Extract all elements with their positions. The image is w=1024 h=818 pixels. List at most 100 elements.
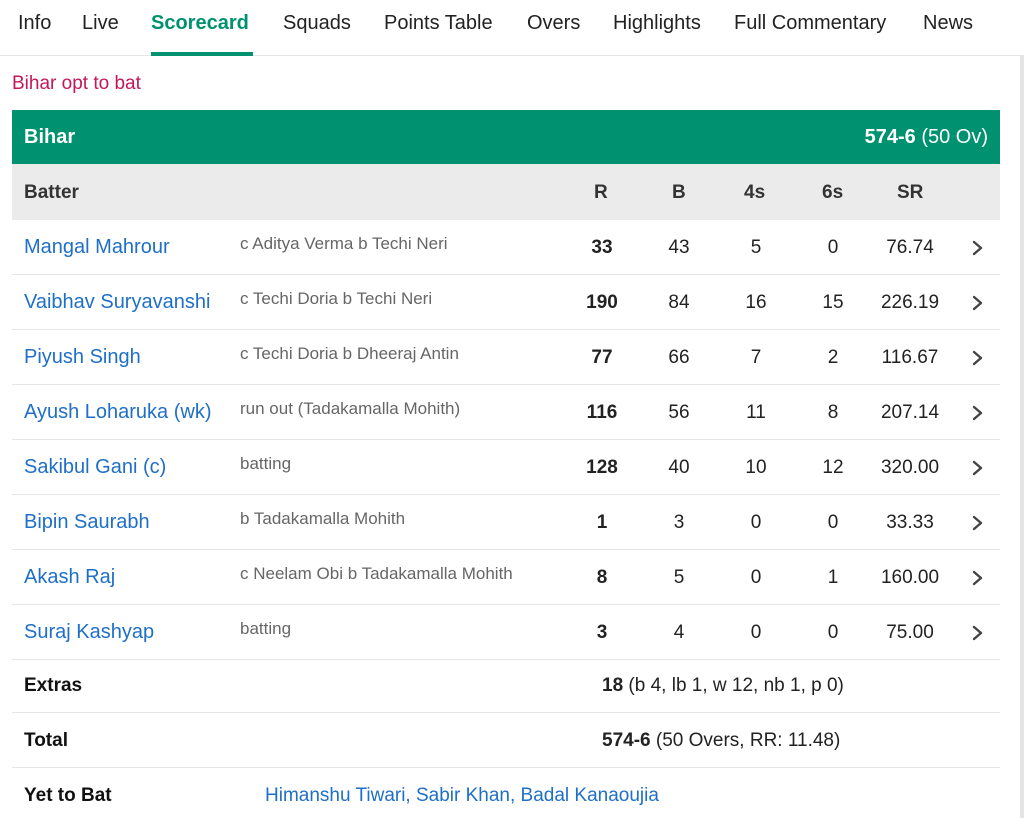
chevron-right-icon[interactable]	[967, 346, 989, 370]
yet-to-bat-players[interactable]: Himanshu Tiwari, Sabir Khan, Badal Kanao…	[265, 785, 659, 807]
batter-strike-rate: 75.00	[886, 622, 934, 643]
dismissal-text: b Tadakamalla Mohith	[240, 509, 406, 528]
batter-sixes: 0	[827, 622, 839, 643]
col-sixes: 6s	[822, 182, 844, 203]
chevron-right-icon[interactable]	[967, 456, 989, 480]
dismissal-text: c Aditya Verma b Techi Neri	[240, 234, 448, 253]
batter-row[interactable]: Vaibhav Suryavanshi c Techi Doria b Tech…	[12, 275, 1000, 330]
extras-total: 18	[602, 675, 624, 696]
tab-news[interactable]: News	[923, 12, 973, 35]
dismissal-text: c Neelam Obi b Tadakamalla Mohith	[240, 564, 513, 583]
batter-runs: 128	[586, 457, 618, 478]
batter-sixes: 2	[827, 347, 839, 368]
batter-strike-rate: 320.00	[880, 457, 940, 478]
toss-result: Bihar opt to bat	[12, 73, 141, 94]
batter-balls: 56	[668, 402, 690, 423]
batter-row[interactable]: Piyush Singh c Techi Doria b Dheeraj Ant…	[12, 330, 1000, 385]
batter-row[interactable]: Bipin Saurabh b Tadakamalla Mohith 1 3 0…	[12, 495, 1000, 550]
batter-strike-rate: 160.00	[880, 567, 940, 588]
batter-balls: 40	[668, 457, 690, 478]
batter-fours: 7	[750, 347, 762, 368]
batter-sixes: 0	[827, 237, 839, 258]
innings-header: Bihar 574-6 (50 Ov)	[12, 110, 1000, 164]
batter-name[interactable]: Bipin Saurabh	[24, 511, 150, 534]
total-score: 574-6	[602, 730, 651, 751]
batter-runs: 33	[591, 237, 613, 258]
batter-balls: 43	[668, 237, 690, 258]
total-detail: (50 Overs, RR: 11.48)	[655, 730, 841, 751]
tab-points-table[interactable]: Points Table	[384, 12, 493, 35]
dismissal-text: c Techi Doria b Dheeraj Antin	[240, 344, 459, 363]
team-score: 574-6 (50 Ov)	[865, 126, 988, 149]
active-tab-indicator	[151, 52, 253, 56]
batter-name[interactable]: Sakibul Gani (c)	[24, 456, 166, 479]
team-overs: (50 Ov)	[921, 126, 988, 148]
scorecard-tabs: Info Live Scorecard Squads Points Table …	[0, 0, 1024, 56]
batter-strike-rate: 76.74	[886, 237, 934, 258]
batter-name[interactable]: Vaibhav Suryavanshi	[24, 291, 210, 314]
batter-sixes: 15	[822, 292, 844, 313]
extras-detail: (b 4, lb 1, w 12, nb 1, p 0)	[628, 675, 844, 696]
tab-highlights[interactable]: Highlights	[613, 12, 701, 35]
dismissal-text: batting	[240, 454, 292, 473]
tab-overs[interactable]: Overs	[527, 12, 580, 35]
col-batter: Batter	[24, 182, 79, 203]
col-fours: 4s	[744, 182, 766, 203]
col-runs: R	[594, 182, 608, 203]
batting-table-header: Batter R B 4s 6s SR	[12, 164, 1000, 220]
chevron-right-icon[interactable]	[967, 566, 989, 590]
batter-balls: 84	[668, 292, 690, 313]
chevron-right-icon[interactable]	[967, 291, 989, 315]
batter-name[interactable]: Piyush Singh	[24, 346, 141, 369]
batter-strike-rate: 226.19	[880, 292, 940, 313]
batter-balls: 4	[673, 622, 685, 643]
extras-row: Extras 18 (b 4, lb 1, w 12, nb 1, p 0)	[12, 658, 1000, 713]
batter-name[interactable]: Mangal Mahrour	[24, 236, 170, 259]
page-scrollbar[interactable]	[1020, 56, 1024, 818]
batter-strike-rate: 33.33	[886, 512, 934, 533]
batter-fours: 0	[750, 567, 762, 588]
batter-sixes: 1	[827, 567, 839, 588]
team-score-value: 574-6	[864, 126, 916, 148]
total-label: Total	[24, 730, 68, 751]
batter-runs: 3	[596, 622, 608, 643]
tab-info[interactable]: Info	[18, 12, 51, 35]
tab-live[interactable]: Live	[82, 12, 119, 35]
batter-row[interactable]: Akash Raj c Neelam Obi b Tadakamalla Moh…	[12, 550, 1000, 605]
batter-fours: 0	[750, 622, 762, 643]
batter-strike-rate: 116.67	[881, 347, 939, 368]
batter-fours: 5	[750, 237, 762, 258]
batter-name[interactable]: Akash Raj	[24, 566, 115, 589]
dismissal-text: run out (Tadakamalla Mohith)	[240, 399, 461, 418]
dismissal-text: batting	[240, 619, 292, 638]
batter-runs: 77	[591, 347, 613, 368]
tab-scorecard[interactable]: Scorecard	[151, 12, 249, 35]
batter-strike-rate: 207.14	[880, 402, 940, 423]
col-balls: B	[672, 182, 686, 203]
batter-sixes: 0	[827, 512, 839, 533]
batter-row[interactable]: Suraj Kashyap batting 3 4 0 0 75.00	[12, 605, 1000, 660]
extras-value: 18 (b 4, lb 1, w 12, nb 1, p 0)	[602, 675, 844, 697]
batter-fours: 10	[745, 457, 767, 478]
tab-full-commentary[interactable]: Full Commentary	[734, 12, 886, 35]
chevron-right-icon[interactable]	[967, 236, 989, 260]
col-strike-rate: SR	[897, 182, 924, 203]
chevron-right-icon[interactable]	[967, 511, 989, 535]
batter-runs: 1	[596, 512, 608, 533]
batter-row[interactable]: Mangal Mahrour c Aditya Verma b Techi Ne…	[12, 220, 1000, 275]
team-name: Bihar	[24, 126, 76, 148]
batter-row[interactable]: Ayush Loharuka (wk) run out (Tadakamalla…	[12, 385, 1000, 440]
batter-sixes: 12	[822, 457, 844, 478]
extras-label: Extras	[24, 675, 83, 696]
batter-runs: 116	[586, 402, 618, 423]
chevron-right-icon[interactable]	[967, 621, 989, 645]
batter-name[interactable]: Suraj Kashyap	[24, 621, 154, 644]
chevron-right-icon[interactable]	[967, 401, 989, 425]
tab-squads[interactable]: Squads	[283, 12, 351, 35]
batter-name[interactable]: Ayush Loharuka (wk)	[24, 401, 212, 424]
batter-row[interactable]: Sakibul Gani (c) batting 128 40 10 12 32…	[12, 440, 1000, 495]
batter-runs: 8	[596, 567, 608, 588]
batter-fours: 16	[745, 292, 767, 313]
batter-fours: 0	[750, 512, 762, 533]
batter-balls: 3	[673, 512, 685, 533]
